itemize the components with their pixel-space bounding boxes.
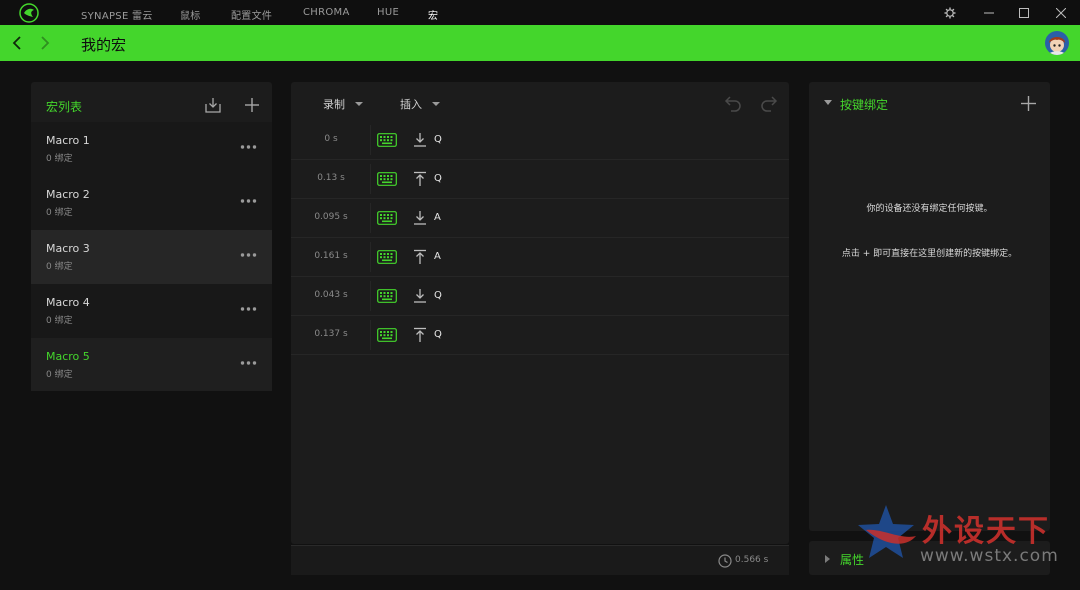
page-title: 我的宏 [81,36,127,54]
create-binding-hint: 点击 + 即可直接在这里创建新的按键绑定。 [841,249,1018,259]
clock-icon [718,554,732,568]
macro-event-row[interactable]: 0.095 s A [291,199,789,238]
macro-list-item[interactable]: Macro 1 0 绑定 [31,122,272,176]
macro-name: Macro 2 [46,188,90,201]
row-divider [370,281,371,311]
top-nav-bar: SYNAPSE 雷云 鼠标 配置文件 CHROMA HUE 宏 [0,0,1080,25]
razer-logo-icon[interactable] [19,3,39,23]
keyboard-icon [377,250,397,264]
macro-binding-count: 0 绑定 [46,316,73,326]
macro-event-row[interactable]: 0.161 s A [291,238,789,277]
keyboard-icon [377,172,397,186]
macro-list-panel: 宏列表 Macro 1 0 绑定 Macro 2 0 绑定 Macro 3 0 … [31,82,272,575]
import-icon[interactable] [204,96,222,114]
keyboard-icon [377,211,397,225]
macro-name: Macro 1 [46,134,90,147]
tab-hue[interactable]: HUE [377,7,399,18]
event-delay[interactable]: 0.137 s [291,329,371,339]
back-arrow-icon[interactable] [10,35,24,51]
event-key: A [434,251,441,262]
key-down-arrow-icon [414,133,426,147]
more-options-icon[interactable] [240,306,257,312]
event-delay[interactable]: 0 s [291,134,371,144]
macro-binding-count: 0 绑定 [46,262,73,272]
event-key: A [434,212,441,223]
macro-editor-panel: 录制 插入 0 s Q 0.13 s Q 0.095 s A 0.161 s A… [291,82,789,544]
editor-footer: 0.566 s [291,545,789,575]
more-options-icon[interactable] [240,252,257,258]
macro-list-item-active[interactable]: Macro 5 0 绑定 [31,338,272,392]
event-delay[interactable]: 0.043 s [291,290,371,300]
event-key: Q [434,329,442,340]
keyboard-icon [377,328,397,342]
macro-list-item-selected[interactable]: Macro 3 0 绑定 [31,230,272,284]
tab-macro[interactable]: 宏 [428,7,438,22]
editor-toolbar: 录制 插入 [291,82,789,120]
add-icon[interactable] [243,96,261,114]
macro-name: Macro 3 [46,242,90,255]
key-up-arrow-icon [414,327,426,342]
macro-binding-count: 0 绑定 [46,208,73,218]
event-delay[interactable]: 0.13 s [291,173,371,183]
macro-name: Macro 4 [46,296,90,309]
key-up-arrow-icon [414,249,426,264]
record-dropdown[interactable]: 录制 [323,96,345,112]
macro-event-row[interactable]: 0.137 s Q [291,316,789,355]
forward-arrow-icon[interactable] [38,35,52,51]
macro-event-row[interactable]: 0.043 s Q [291,277,789,316]
watermark-url: www.wstx.com [920,546,1059,566]
settings-gear-icon[interactable] [942,5,958,21]
more-options-icon[interactable] [240,360,257,366]
undo-icon[interactable] [722,94,742,112]
more-options-icon[interactable] [240,144,257,150]
key-up-arrow-icon [414,171,426,186]
row-divider [370,125,371,155]
macro-name: Macro 5 [46,350,90,363]
more-options-icon[interactable] [240,198,257,204]
no-bindings-message: 你的设备还没有绑定任何按键。 [866,204,993,214]
add-binding-icon[interactable] [1020,95,1037,112]
event-key: Q [434,173,442,184]
record-dropdown-caret-icon[interactable] [355,102,363,106]
macro-binding-count: 0 绑定 [46,154,73,164]
event-key: Q [434,134,442,145]
event-delay[interactable]: 0.095 s [291,212,371,222]
macro-list-empty-area [31,391,272,575]
insert-dropdown-caret-icon[interactable] [432,102,440,106]
watermark-text: 外设天下 [922,514,1050,549]
page-header: 我的宏 [0,25,1080,61]
insert-dropdown[interactable]: 插入 [400,96,422,112]
tab-synapse[interactable]: SYNAPSE 雷云 [81,7,153,22]
user-avatar[interactable] [1045,31,1069,55]
event-delay[interactable]: 0.161 s [291,251,371,261]
macro-list-item[interactable]: Macro 2 0 绑定 [31,176,272,230]
razer-synapse-window: SYNAPSE 雷云 鼠标 配置文件 CHROMA HUE 宏 我的宏 宏列表 … [0,0,1080,590]
macro-list-item[interactable]: Macro 4 0 绑定 [31,284,272,338]
close-icon[interactable] [1053,5,1069,21]
row-divider [370,164,371,194]
key-bindings-title[interactable]: 按键绑定 [840,96,888,113]
keyboard-icon [377,133,397,147]
macro-binding-count: 0 绑定 [46,370,73,380]
macro-list-title: 宏列表 [46,100,83,114]
keyboard-icon [377,289,397,303]
row-divider [370,320,371,350]
expand-caret-icon[interactable] [825,555,830,563]
key-down-arrow-icon [414,211,426,225]
macro-event-row[interactable]: 0 s Q [291,121,789,160]
tab-chroma[interactable]: CHROMA [303,7,350,18]
event-key: Q [434,290,442,301]
row-divider [370,242,371,272]
tab-profiles[interactable]: 配置文件 [231,7,272,22]
total-duration: 0.566 s [735,555,769,565]
row-divider [370,203,371,233]
macro-event-row[interactable]: 0.13 s Q [291,160,789,199]
key-bindings-panel: 按键绑定 你的设备还没有绑定任何按键。 点击 + 即可直接在这里创建新的按键绑定… [809,82,1050,531]
redo-icon[interactable] [760,94,780,112]
maximize-icon[interactable] [1016,5,1032,21]
minimize-icon[interactable] [981,5,997,21]
tab-mouse[interactable]: 鼠标 [180,7,201,22]
collapse-caret-icon[interactable] [824,100,832,105]
key-down-arrow-icon [414,289,426,303]
